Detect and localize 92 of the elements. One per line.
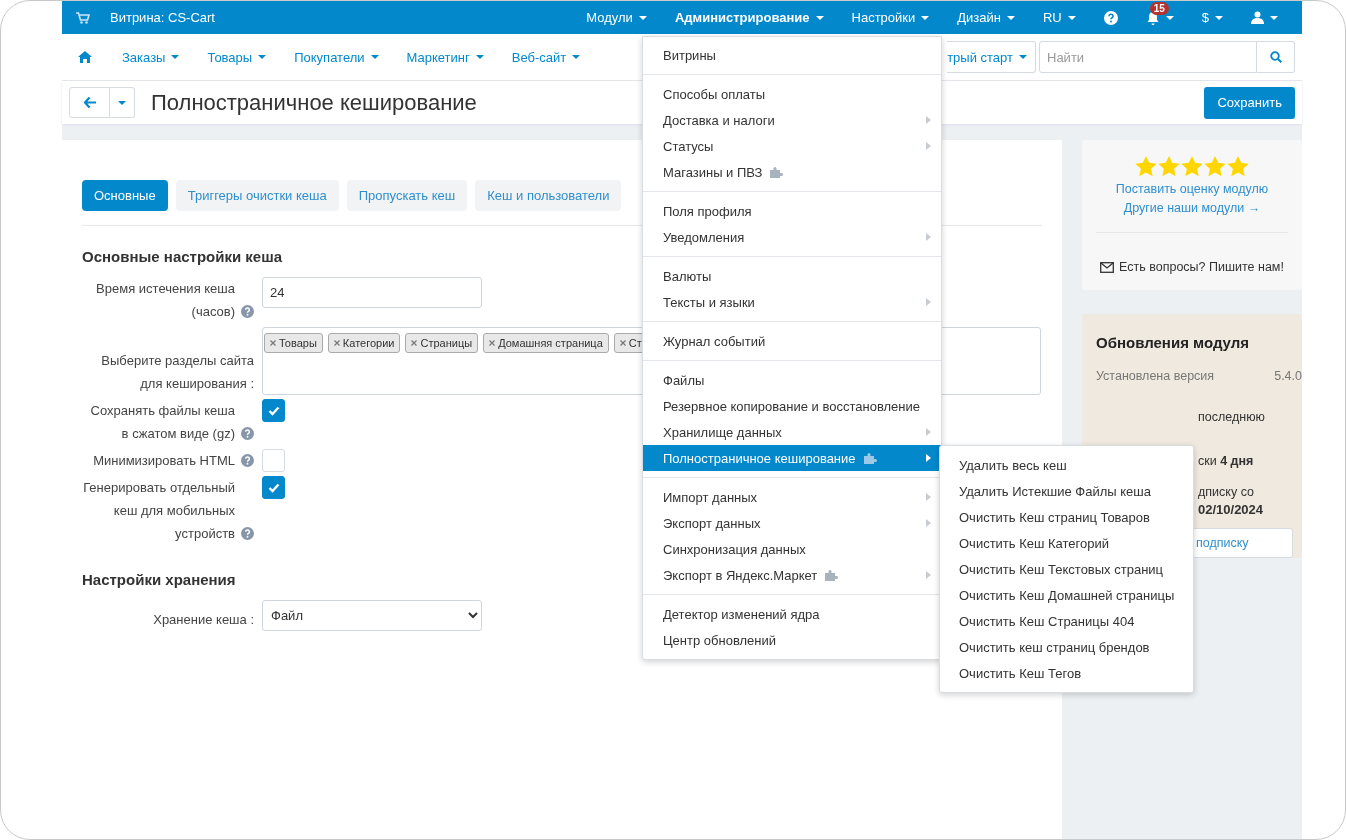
user-icon [1251, 11, 1264, 24]
contact-link[interactable]: Есть вопросы? Пишите нам! [1119, 260, 1284, 274]
star-icon[interactable] [1158, 156, 1180, 177]
update-text: последнюю [1198, 409, 1265, 426]
star-icon[interactable] [1135, 156, 1157, 177]
menu-item[interactable]: Резервное копирование и восстановление [643, 393, 941, 419]
nav-menu-item[interactable]: Товары [193, 49, 281, 65]
submenu-item[interactable]: Очистить Кеш Страницы 404 [940, 608, 1194, 634]
field-label: Сохранять файлы кеша в сжатом виде (gz) [89, 402, 235, 443]
menu-item[interactable]: Уведомления [643, 224, 941, 250]
top-menu-item[interactable]: Настройки [851, 10, 930, 25]
star-icon[interactable] [1227, 156, 1249, 177]
check-icon [267, 482, 280, 493]
menu-item[interactable]: Способы оплаты [643, 81, 941, 107]
user-menu[interactable] [1251, 11, 1278, 24]
submenu-item[interactable]: Очистить кеш страниц брендов [940, 634, 1194, 660]
menu-item[interactable]: Центр обновлений [643, 627, 941, 653]
menu-item[interactable]: Доставка и налоги [643, 107, 941, 133]
selected-tag[interactable]: Товары [264, 333, 323, 353]
menu-item[interactable]: Поля профиля [643, 198, 941, 224]
submenu-item[interactable]: Очистить Кеш Текстовых страниц [940, 556, 1194, 582]
submenu-item[interactable]: Очистить Кеш Тегов [940, 660, 1194, 686]
submenu-item[interactable]: Очистить Кеш Домашней страницы [940, 582, 1194, 608]
remove-icon[interactable] [619, 340, 626, 346]
nav-menu-item[interactable]: Покупатели [280, 49, 393, 65]
remove-icon[interactable] [333, 340, 340, 346]
checkbox[interactable] [262, 476, 285, 499]
menu-item[interactable]: Магазины и ПВЗ [643, 159, 941, 185]
page-title: Полностраничное кеширование [151, 89, 477, 116]
nav-menu-item[interactable]: Заказы [108, 49, 194, 65]
top-menu-item[interactable]: RU [1043, 10, 1076, 25]
field-label: Выберите разделы сайта для кеширования : [100, 352, 254, 393]
quick-start-button[interactable]: трый старт [947, 41, 1036, 73]
tab[interactable]: Основные [82, 180, 168, 211]
search-field[interactable]: Найти [1039, 41, 1257, 73]
dropdown-button[interactable] [110, 87, 135, 118]
section-heading: Основные настройки кеша [82, 248, 283, 265]
updates-heading: Обновления модуля [1096, 334, 1251, 351]
hours-input[interactable]: 24 [262, 277, 482, 308]
storage-select[interactable]: Файл [262, 600, 482, 631]
menu-item[interactable]: Хранилище данных [643, 419, 941, 445]
submenu-item[interactable]: Удалить Истекшие Файлы кеша [940, 478, 1194, 504]
home-icon[interactable] [78, 51, 92, 63]
remove-icon[interactable] [411, 340, 418, 346]
version-number: 5.4.0 [1274, 369, 1302, 383]
update-text: ски 4 дня [1198, 453, 1254, 470]
currency-menu[interactable]: $ [1201, 10, 1223, 25]
menu-item[interactable]: Экспорт данных [643, 510, 941, 536]
notification-badge: 15 [1149, 1, 1169, 15]
star-icon[interactable] [1204, 156, 1226, 177]
field-label: Хранение кеша : [152, 611, 254, 629]
field-label: Генерировать отдельный кеш для мобильных устройств [82, 479, 235, 543]
nav-menu-item[interactable]: Веб-сайт [497, 49, 595, 65]
top-menu-item[interactable]: Дизайн [957, 10, 1015, 25]
back-button[interactable] [69, 87, 110, 118]
check-icon [267, 405, 280, 416]
store-link[interactable]: Витрина: CS-Cart [110, 10, 215, 25]
top-menu-item[interactable]: Модули [586, 10, 647, 25]
cart-icon[interactable] [76, 11, 90, 24]
envelope-icon[interactable] [1100, 261, 1115, 273]
nav-menu-item[interactable]: Маркетинг [392, 49, 498, 65]
menu-item[interactable]: Экспорт в Яндекс.Маркет [643, 562, 941, 588]
back-arrow-icon [83, 97, 96, 108]
menu-item[interactable]: Валюты [643, 263, 941, 289]
menu-item[interactable]: Синхронизация данных [643, 536, 941, 562]
menu-item[interactable]: Детектор изменений ядра [643, 601, 941, 627]
menu-item[interactable]: Статусы [643, 133, 941, 159]
help-icon[interactable] [1103, 10, 1118, 25]
selected-tag[interactable]: Страницы [405, 333, 479, 353]
subscription-date: 02/10/2024 [1198, 501, 1264, 518]
save-button[interactable]: Сохранить [1204, 86, 1295, 119]
submenu-item[interactable]: Удалить весь кеш [940, 452, 1194, 478]
menu-item[interactable]: Файлы [643, 367, 941, 393]
top-menu-item[interactable]: Администрирование [674, 10, 824, 25]
field-label: Минимизировать HTML [92, 452, 235, 470]
menu-item[interactable]: Импорт данных [643, 484, 941, 510]
search-button[interactable] [1257, 41, 1295, 73]
menu-item[interactable]: Полностраничное кеширование [643, 445, 941, 471]
section-heading: Настройки хранения [82, 571, 236, 588]
search-icon [1269, 51, 1282, 63]
submenu-item[interactable]: Очистить Кеш страниц Товаров [940, 504, 1194, 530]
selected-tag[interactable]: Категории [327, 333, 401, 353]
remove-icon[interactable] [270, 340, 276, 346]
selected-tag[interactable]: Домашняя страница [483, 333, 609, 353]
menu-item[interactable]: Тексты и языки [643, 289, 941, 315]
field-label: Время истечения кеша (часов) [95, 280, 235, 321]
version-label: Установлена версия [1096, 369, 1215, 383]
star-icon[interactable] [1181, 156, 1203, 177]
checkbox[interactable] [262, 399, 285, 422]
menu-item[interactable]: Витрины [643, 42, 941, 68]
remove-icon[interactable] [489, 340, 496, 346]
update-text: дписку со [1198, 484, 1254, 501]
